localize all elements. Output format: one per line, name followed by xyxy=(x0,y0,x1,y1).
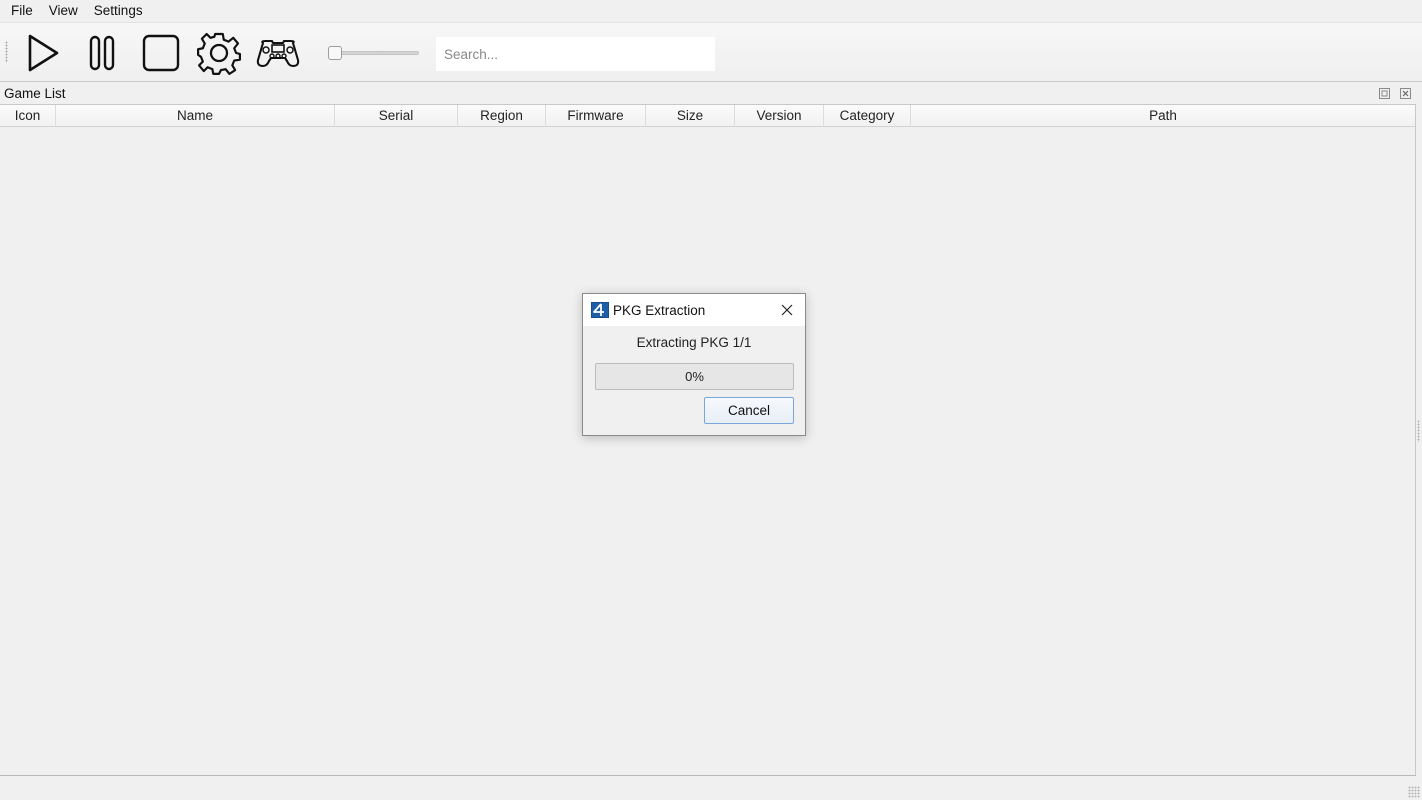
slider-handle[interactable] xyxy=(328,46,342,60)
pause-icon xyxy=(89,35,115,71)
slider-track xyxy=(331,51,419,55)
play-button[interactable] xyxy=(19,30,65,76)
toolbar-grip-handle[interactable] xyxy=(5,41,8,63)
pkg-extraction-dialog: PKG Extraction Extracting PKG 1/1 0% Can… xyxy=(582,293,806,436)
pause-button[interactable] xyxy=(78,30,124,76)
table-header: Icon Name Serial Region Firmware Size Ve… xyxy=(0,105,1415,127)
icon-size-slider[interactable] xyxy=(327,45,421,61)
float-icon xyxy=(1378,87,1390,99)
column-header-icon[interactable]: Icon xyxy=(0,105,56,127)
column-header-serial[interactable]: Serial xyxy=(335,105,458,127)
gear-icon xyxy=(197,32,241,75)
gamepad-icon xyxy=(256,39,300,68)
menu-settings[interactable]: Settings xyxy=(86,0,151,22)
stop-button[interactable] xyxy=(137,30,183,76)
menu-file[interactable]: File xyxy=(3,0,41,22)
column-header-firmware[interactable]: Firmware xyxy=(546,105,646,127)
dock-close-button[interactable] xyxy=(1399,87,1411,99)
dialog-titlebar: PKG Extraction xyxy=(583,294,805,326)
column-header-size[interactable]: Size xyxy=(646,105,735,127)
window-resize-grip[interactable] xyxy=(1408,786,1420,798)
column-header-path[interactable]: Path xyxy=(911,105,1415,127)
extraction-progress-bar: 0% xyxy=(595,363,794,390)
splitter-handle[interactable] xyxy=(1417,420,1420,442)
column-header-version[interactable]: Version xyxy=(735,105,824,127)
game-list-title: Game List xyxy=(4,86,66,101)
close-icon xyxy=(781,304,793,316)
game-list-table[interactable]: Icon Name Serial Region Firmware Size Ve… xyxy=(0,104,1416,776)
search-input[interactable] xyxy=(436,37,715,71)
game-list-dock-titlebar: Game List xyxy=(0,83,1422,104)
menu-view[interactable]: View xyxy=(41,0,86,22)
toolbar xyxy=(0,22,1422,82)
menu-bar: File View Settings xyxy=(0,0,1422,22)
settings-button[interactable] xyxy=(196,30,242,76)
progress-text: 0% xyxy=(685,369,704,384)
dock-float-button[interactable] xyxy=(1378,87,1390,99)
close-icon xyxy=(1399,87,1411,99)
stop-icon xyxy=(142,34,180,72)
column-header-region[interactable]: Region xyxy=(458,105,546,127)
dialog-close-button[interactable] xyxy=(775,300,799,320)
cancel-button[interactable]: Cancel xyxy=(704,397,794,424)
dialog-title: PKG Extraction xyxy=(613,303,706,318)
column-header-name[interactable]: Name xyxy=(56,105,335,127)
play-icon xyxy=(28,34,59,72)
app-logo-icon xyxy=(591,302,609,318)
extraction-status-label: Extracting PKG 1/1 xyxy=(636,335,752,350)
controller-button[interactable] xyxy=(255,30,301,76)
column-header-category[interactable]: Category xyxy=(824,105,911,127)
